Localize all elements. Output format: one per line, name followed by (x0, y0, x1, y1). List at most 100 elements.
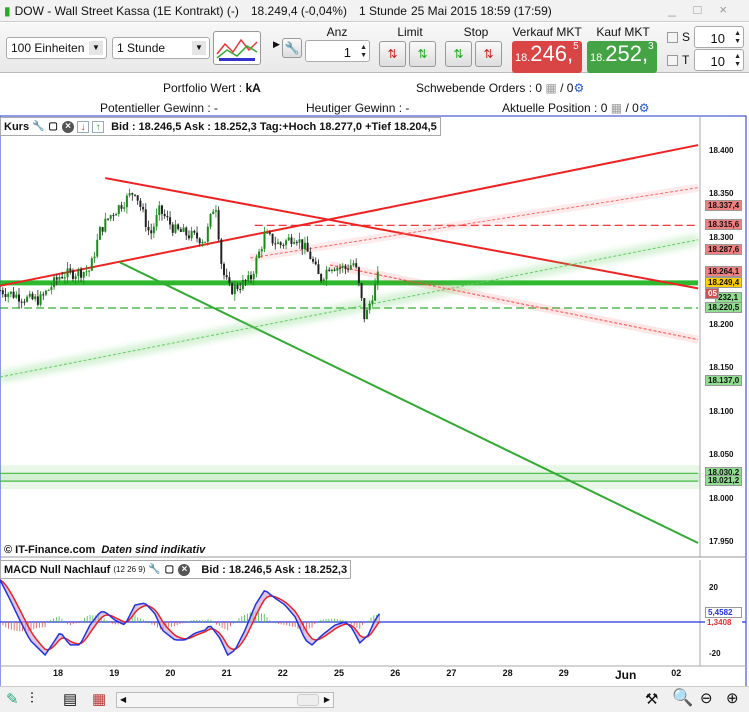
candle-body (279, 242, 282, 246)
candle-body (28, 293, 31, 297)
candle-body (133, 194, 136, 196)
zoom-out-icon[interactable]: ⊖ (700, 689, 713, 707)
candle-body (241, 279, 244, 290)
candle-body (9, 291, 12, 294)
date-tick-label: 20 (165, 668, 176, 678)
close-circle-icon[interactable]: × (178, 563, 191, 576)
price-tag: 05 (705, 288, 719, 300)
candle-body (142, 207, 145, 210)
candle-body (39, 294, 42, 305)
price-tick-label: 18.400 (709, 146, 734, 155)
candle-body (339, 267, 342, 269)
candle-body (53, 277, 56, 288)
candle-body (341, 265, 344, 268)
candle-body (125, 195, 128, 208)
candle-body (193, 230, 196, 233)
candle-body (177, 224, 180, 230)
candle-body (150, 230, 153, 234)
candle-body (55, 277, 58, 280)
price-tag: 18.337,4 (705, 200, 742, 212)
close-circle-icon[interactable]: × (62, 120, 75, 133)
candle-body (336, 267, 339, 271)
horizontal-scrollbar[interactable]: ◀ ▶ (116, 692, 334, 708)
candle-body (236, 284, 239, 289)
macd-tick-label: 20 (709, 583, 718, 592)
date-tick-label: 26 (390, 668, 401, 678)
candle-body (4, 294, 7, 298)
candle-body (239, 288, 242, 290)
candle-body (357, 267, 360, 284)
window-icon[interactable]: ▢ (47, 121, 59, 133)
candle-body (247, 275, 250, 282)
date-tick-label: 21 (221, 668, 232, 678)
candle-body (374, 283, 377, 301)
candle-body (12, 291, 15, 298)
candle-body (363, 298, 366, 320)
wrench-icon[interactable]: 🔧 (32, 121, 44, 133)
candle-body (217, 210, 220, 240)
candle-body (371, 300, 374, 304)
candle-body (255, 258, 258, 274)
price-tag: 18.021,2 (705, 475, 742, 487)
candle-body (365, 309, 368, 320)
sell-arrow-icon[interactable]: ↓ (77, 120, 90, 133)
candle-body (23, 301, 26, 303)
bricks-icon[interactable]: ▦ (92, 690, 106, 708)
kurs-panel-title: Kurs (4, 120, 30, 133)
candle-body (17, 294, 20, 302)
candle-body (285, 240, 288, 246)
copyright-text: © IT-Finance.com (4, 544, 96, 556)
candle-body (333, 269, 336, 271)
candle-body (228, 277, 231, 284)
zoom-fit-icon[interactable]: 🔍 (672, 688, 693, 708)
footer-credit: © IT-Finance.com Daten sind indikativ (4, 544, 205, 556)
draw-tool-icon[interactable]: ✎ (6, 690, 19, 708)
green-falling-trendline (119, 261, 699, 544)
date-tick-label: 29 (558, 668, 569, 678)
candle-body (109, 215, 112, 219)
candle-body (104, 218, 107, 232)
candle-body (282, 245, 285, 247)
candle-body (287, 237, 290, 241)
scroll-left-icon[interactable]: ◀ (120, 695, 126, 704)
candle-body (136, 195, 139, 201)
date-tick-label: 02 (671, 668, 682, 678)
scroll-right-icon[interactable]: ▶ (324, 695, 330, 704)
candle-body (152, 226, 155, 234)
candle-body (233, 284, 236, 295)
candle-body (158, 205, 161, 216)
date-tick-label: 28 (502, 668, 513, 678)
link-tool-icon[interactable]: ⚒ (645, 690, 658, 708)
candle-body (190, 230, 193, 239)
candle-body (90, 258, 93, 271)
window-icon[interactable]: ▢ (163, 564, 175, 576)
price-tag: 18.315,6 (705, 219, 742, 231)
candle-body (128, 193, 131, 196)
price-chart[interactable] (0, 0, 749, 712)
candle-body (204, 241, 207, 243)
candle-body (69, 268, 72, 271)
candle-body (290, 237, 293, 244)
chart-frame (0, 115, 747, 689)
candle-body (101, 227, 104, 232)
macd-value-tag: 5,4582 (705, 607, 742, 619)
candle-body (295, 242, 298, 244)
candle-body (223, 263, 226, 276)
candle-body (96, 239, 99, 257)
document-icon[interactable]: ▤ (63, 690, 77, 708)
price-tick-label: 18.050 (709, 450, 734, 460)
buy-arrow-icon[interactable]: ↑ (92, 120, 105, 133)
date-tick-label: 27 (446, 668, 457, 678)
candle-body (220, 239, 223, 264)
scrollbar-thumb[interactable] (297, 694, 319, 706)
candle-type-icon[interactable]: ⫶ (30, 690, 34, 707)
candle-body (344, 265, 347, 269)
candle-body (312, 259, 315, 262)
zoom-in-icon[interactable]: ⊕ (726, 689, 739, 707)
candle-body (131, 193, 134, 195)
candle-body (36, 296, 39, 305)
macd-tick-label: -20 (709, 649, 721, 658)
wrench-icon[interactable]: 🔧 (148, 564, 160, 576)
candle-body (185, 227, 188, 236)
candle-body (139, 200, 142, 208)
